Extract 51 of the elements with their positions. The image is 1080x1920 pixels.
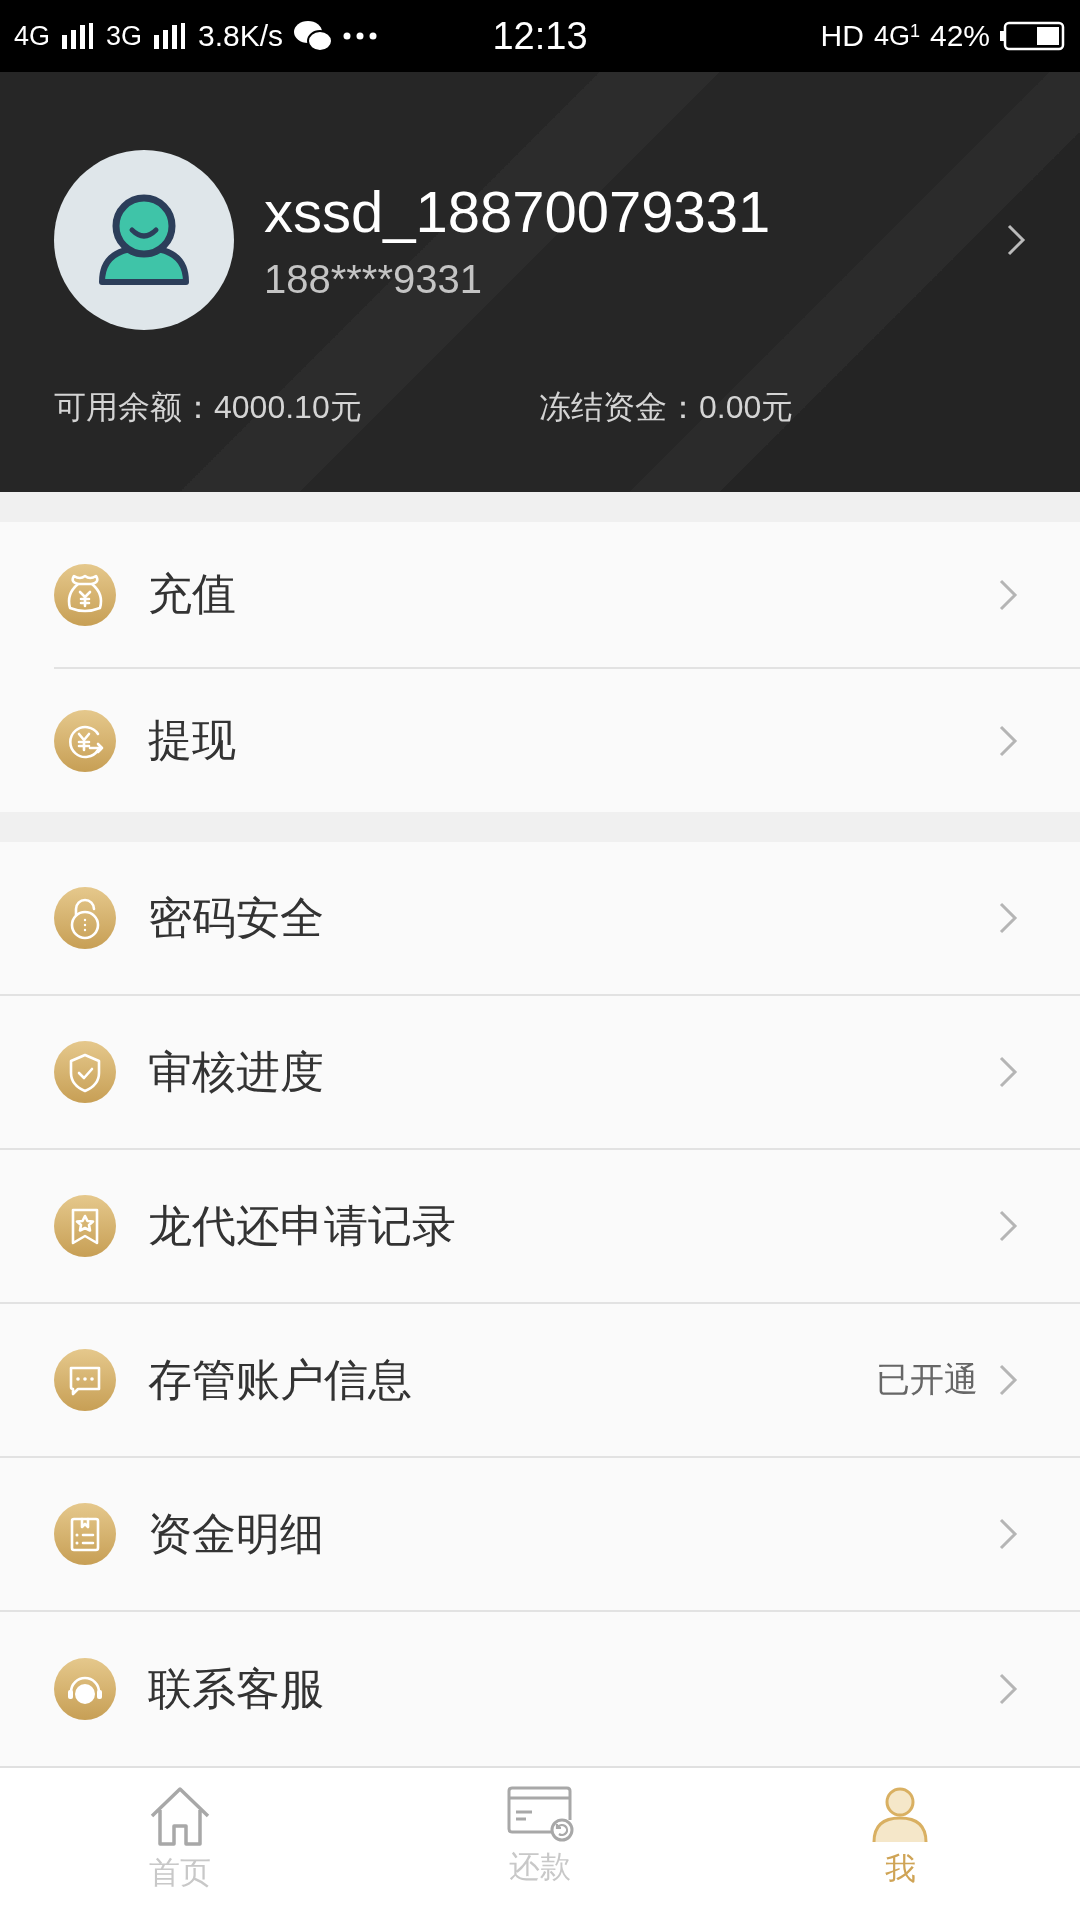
username: xssd_18870079331	[264, 178, 772, 245]
menu-label: 龙代还申请记录	[148, 1199, 457, 1252]
chevron-right-icon	[998, 1209, 1018, 1243]
network-type: 4G	[14, 20, 51, 52]
menu-label: 提现	[148, 714, 237, 766]
battery-percent: 42%	[929, 19, 990, 53]
sim-slot: 1	[909, 20, 920, 42]
headset-agent-icon	[54, 1658, 116, 1720]
menu-label: 资金明细	[148, 1507, 325, 1560]
battery-icon	[1000, 21, 1066, 51]
chat-bubble-icon	[54, 1349, 116, 1411]
money-bag-icon	[54, 563, 116, 626]
padlock-icon	[54, 887, 116, 949]
shield-check-icon	[54, 1041, 116, 1103]
phone-number: 188****9331	[264, 257, 483, 302]
chevron-right-icon	[998, 1055, 1018, 1089]
menu-item[interactable]: 联系客服	[0, 1612, 1080, 1766]
hd-indicator: HD	[820, 19, 864, 53]
chevron-right-icon	[998, 723, 1018, 758]
house-icon	[148, 1786, 212, 1848]
chevron-right-icon	[998, 901, 1018, 935]
frozen-funds: 冻结资金：0.00元	[539, 388, 794, 427]
menu-label: 存管账户信息	[148, 1353, 413, 1406]
status-text: 已开通	[876, 1359, 978, 1400]
menu-label: 联系客服	[148, 1662, 325, 1715]
person-icon	[96, 192, 192, 288]
menu-item[interactable]: 存管账户信息 已开通	[0, 1304, 1080, 1458]
menu-item[interactable]: 提现	[54, 667, 1080, 812]
menu-item[interactable]: 密码安全	[0, 842, 1080, 996]
ledger-icon	[54, 1503, 116, 1565]
available-balance: 可用余额：4000.10元	[54, 388, 363, 427]
card-refund-icon	[506, 1786, 574, 1842]
menu-label: 充值	[148, 568, 237, 620]
network-type: 4G	[873, 20, 910, 52]
chat-bubbles-icon	[293, 19, 334, 53]
chevron-right-icon	[998, 1672, 1018, 1706]
network-type: 3G	[106, 20, 143, 52]
chevron-right-icon	[998, 1363, 1018, 1397]
clock: 12:13	[492, 14, 588, 58]
menu-label: 密码安全	[148, 891, 325, 944]
chevron-right-icon	[998, 577, 1018, 612]
menu-item[interactable]: 资金明细	[0, 1458, 1080, 1612]
menu-item[interactable]: 审核进度	[0, 996, 1080, 1150]
person-icon	[870, 1786, 930, 1844]
chevron-right-icon	[998, 1517, 1018, 1551]
menu-item[interactable]: 龙代还申请记录	[0, 1150, 1080, 1304]
chevron-right-icon	[1006, 223, 1026, 257]
menu-label: 审核进度	[148, 1045, 325, 1098]
menu-item[interactable]: 充值	[0, 522, 1080, 667]
network-speed: 3.8K/s	[198, 19, 284, 53]
more-icon	[343, 32, 378, 40]
